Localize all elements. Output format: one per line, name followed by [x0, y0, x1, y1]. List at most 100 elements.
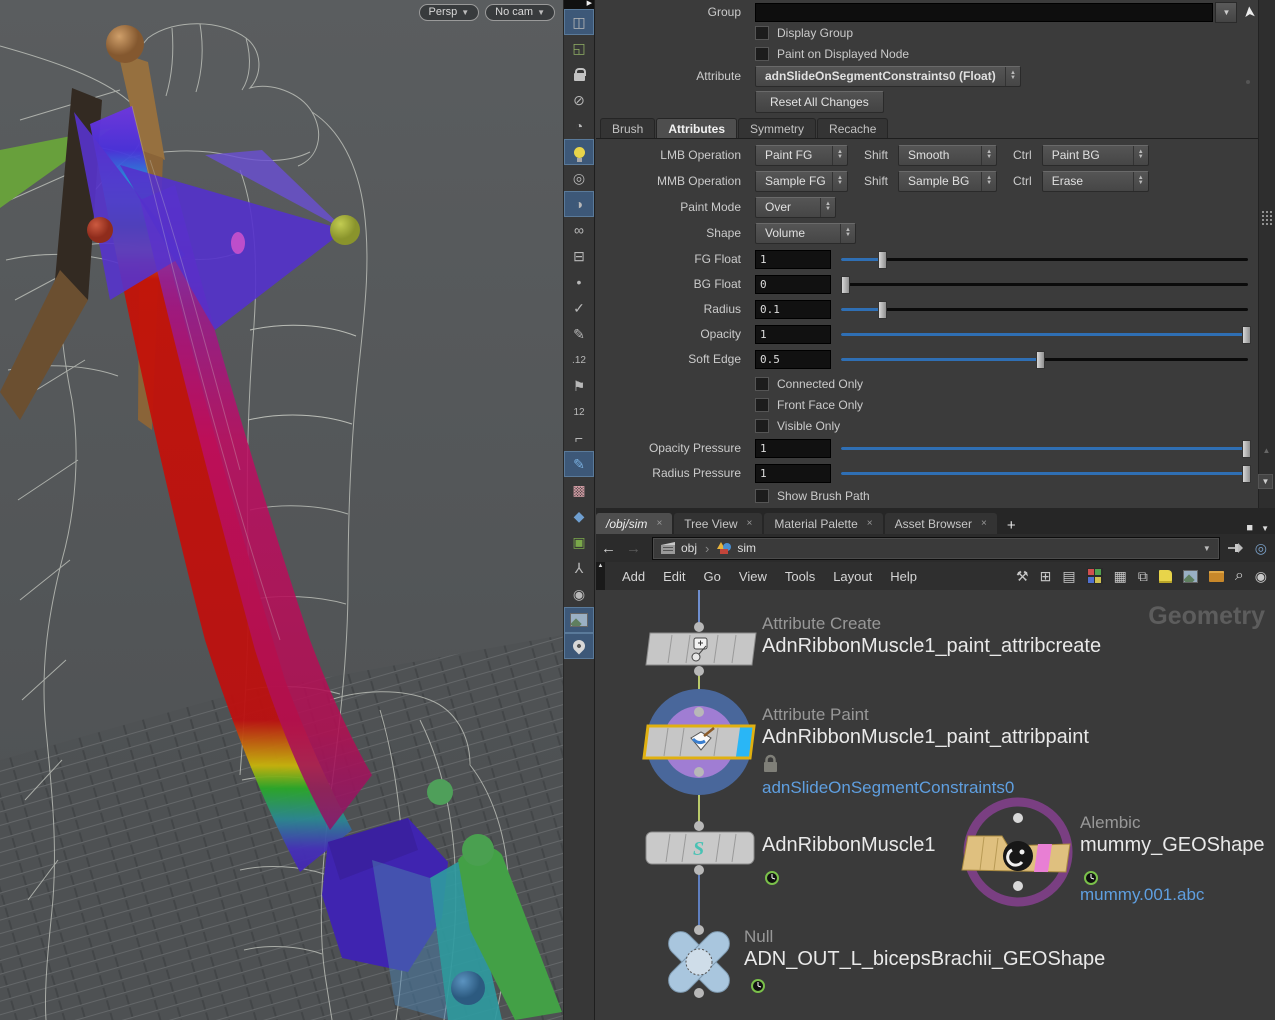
viewport-pane[interactable]: Persp▼ No cam▼ — [0, 0, 563, 1020]
group-box-icon[interactable]: ▣ — [564, 529, 594, 555]
opacity-input[interactable] — [755, 325, 831, 344]
node-name-label[interactable]: AdnRibbonMuscle1_paint_attribpaint — [762, 726, 1089, 749]
lmb-operation-select[interactable]: Paint FG▲▼ — [755, 145, 848, 166]
close-icon[interactable]: × — [981, 518, 987, 529]
prim-numbers-icon[interactable]: 12 — [564, 399, 594, 425]
pane-handle-icon[interactable]: ▲ — [596, 562, 605, 590]
lmb-shift-select[interactable]: Smooth▲▼ — [898, 145, 997, 166]
location-pin-icon[interactable] — [564, 633, 594, 659]
param-scrollbar[interactable]: ▲ ▼ — [1258, 0, 1275, 508]
network-editor[interactable]: S — [596, 590, 1275, 1020]
mmb-ctrl-select[interactable]: Erase▲▼ — [1042, 171, 1149, 192]
viewport-canvas[interactable] — [0, 0, 563, 1020]
path-dropdown-icon[interactable]: ▼ — [1203, 544, 1215, 553]
lmb-ctrl-select[interactable]: Paint BG▲▼ — [1042, 145, 1149, 166]
pane-menu-icon[interactable]: ▼ — [1261, 524, 1269, 533]
new-tab-button[interactable]: + — [999, 517, 1024, 534]
maximize-pane-icon[interactable]: ■ — [1246, 522, 1253, 534]
spinner-icon[interactable]: ▲▼ — [1005, 67, 1020, 86]
attribute-select[interactable]: adnSlideOnSegmentConstraints0 (Float) ▲▼ — [755, 66, 1021, 87]
prim-markers-icon[interactable]: ⚑ — [564, 373, 594, 399]
mmb-operation-select[interactable]: Sample FG▲▼ — [755, 171, 848, 192]
menu-circle-icon[interactable]: ◉ — [564, 581, 594, 607]
node-alembic[interactable] — [962, 802, 1097, 902]
blue-sphere[interactable] — [451, 971, 485, 1005]
shaded-mode-icon[interactable]: ◑ — [564, 191, 594, 217]
add-image-icon[interactable] — [1183, 570, 1198, 583]
tab-obj-sim[interactable]: /obj/sim× — [596, 513, 672, 534]
back-icon[interactable]: ← — [601, 540, 616, 557]
pane-grip[interactable] — [1261, 210, 1273, 226]
normals-icon[interactable]: ✎ — [564, 321, 594, 347]
tools-icon[interactable]: ⚒ — [1016, 568, 1029, 585]
menu-help[interactable]: Help — [881, 569, 926, 584]
follow-focus-icon[interactable]: ◎ — [1255, 540, 1267, 557]
opacity-pressure-slider[interactable] — [841, 439, 1248, 457]
shape-select[interactable]: Volume▲▼ — [755, 223, 856, 244]
bg-float-slider[interactable] — [841, 275, 1248, 293]
node-name-label[interactable]: AdnRibbonMuscle1 — [762, 834, 935, 857]
hull-display-icon[interactable]: ⌐ — [564, 425, 594, 451]
path-obj-segment[interactable]: obj — [657, 541, 701, 555]
tab-recache[interactable]: Recache — [817, 118, 888, 139]
ghost-objects-icon[interactable]: ⊟ — [564, 243, 594, 269]
magenta-marker[interactable] — [231, 232, 245, 254]
group-input[interactable] — [755, 3, 1213, 22]
close-icon[interactable]: × — [747, 518, 753, 529]
node-muscle[interactable]: S — [646, 821, 778, 884]
view-layout-icon[interactable]: ◫ — [564, 9, 594, 35]
sticky-note-icon[interactable] — [1159, 570, 1172, 583]
node-file-link[interactable]: mummy.001.abc — [1080, 885, 1204, 905]
radius-slider[interactable] — [841, 300, 1248, 318]
radius-input[interactable] — [755, 300, 831, 319]
soft-edge-slider[interactable] — [841, 350, 1248, 368]
point-display-icon[interactable]: • — [564, 269, 594, 295]
menu-view[interactable]: View — [730, 569, 776, 584]
toolbar-expand-icon[interactable]: ▶ — [564, 0, 594, 9]
color-palette-icon[interactable] — [1087, 568, 1103, 584]
hide-objects-icon[interactable]: ⊘ — [564, 87, 594, 113]
pin-path-icon[interactable] — [1228, 542, 1245, 554]
scroll-down-icon[interactable]: ▼ — [1258, 474, 1273, 489]
clock-icon[interactable]: ◔ — [564, 113, 594, 139]
node-attribcreate[interactable] — [646, 622, 756, 676]
green-sphere[interactable] — [427, 779, 453, 805]
eye-icon[interactable]: ◉ — [1255, 568, 1267, 585]
lock-icon[interactable] — [564, 61, 594, 87]
radius-pressure-slider[interactable] — [841, 464, 1248, 482]
node-name-label[interactable]: mummy_GEOShape — [1080, 834, 1265, 857]
node-name-label[interactable]: ADN_OUT_L_bicepsBrachii_GEOShape — [744, 948, 1105, 971]
search-icon[interactable]: ⌕ — [1235, 567, 1244, 585]
tree-structure-icon[interactable]: ⊞ — [1040, 568, 1052, 585]
menu-edit[interactable]: Edit — [654, 569, 694, 584]
node-attribpaint[interactable] — [644, 689, 777, 795]
fg-float-input[interactable] — [755, 250, 831, 269]
yellow-green-sphere[interactable] — [330, 215, 360, 245]
group-dropdown-button[interactable]: ▼ — [1215, 2, 1237, 23]
windows-icon[interactable]: ⧉ — [1138, 568, 1148, 585]
path-sim-segment[interactable]: sim — [713, 541, 760, 555]
tab-symmetry[interactable]: Symmetry — [738, 118, 816, 139]
tab-attributes[interactable]: Attributes — [656, 118, 737, 139]
tab-material-palette[interactable]: Material Palette× — [764, 513, 882, 534]
mmb-shift-select[interactable]: Sample BG▲▼ — [898, 171, 997, 192]
tab-tree-view[interactable]: Tree View× — [674, 513, 762, 534]
gallery-box-icon[interactable] — [1209, 571, 1224, 582]
camera-select-button[interactable]: No cam▼ — [485, 4, 555, 21]
paint-mode-select[interactable]: Over▲▼ — [755, 197, 836, 218]
node-name-label[interactable]: AdnRibbonMuscle1_paint_attribcreate — [762, 635, 1101, 658]
select-arrow-icon[interactable]: ➤ — [1240, 5, 1259, 19]
red-sphere[interactable] — [87, 217, 113, 243]
soft-edge-input[interactable] — [755, 350, 831, 369]
forward-icon[interactable]: → — [626, 540, 641, 557]
show-brush-path-checkbox[interactable] — [755, 489, 769, 503]
menu-tools[interactable]: Tools — [776, 569, 824, 584]
menu-add[interactable]: Add — [613, 569, 654, 584]
wind-icon[interactable]: ⅄ — [564, 555, 594, 581]
visible-only-checkbox[interactable] — [755, 419, 769, 433]
view-glasses-icon[interactable]: ∞ — [564, 217, 594, 243]
opacity-pressure-input[interactable] — [755, 439, 831, 458]
front-face-only-checkbox[interactable] — [755, 398, 769, 412]
reset-all-changes-button[interactable]: Reset All Changes — [755, 91, 884, 113]
texture-checker-icon[interactable]: ▩ — [564, 477, 594, 503]
